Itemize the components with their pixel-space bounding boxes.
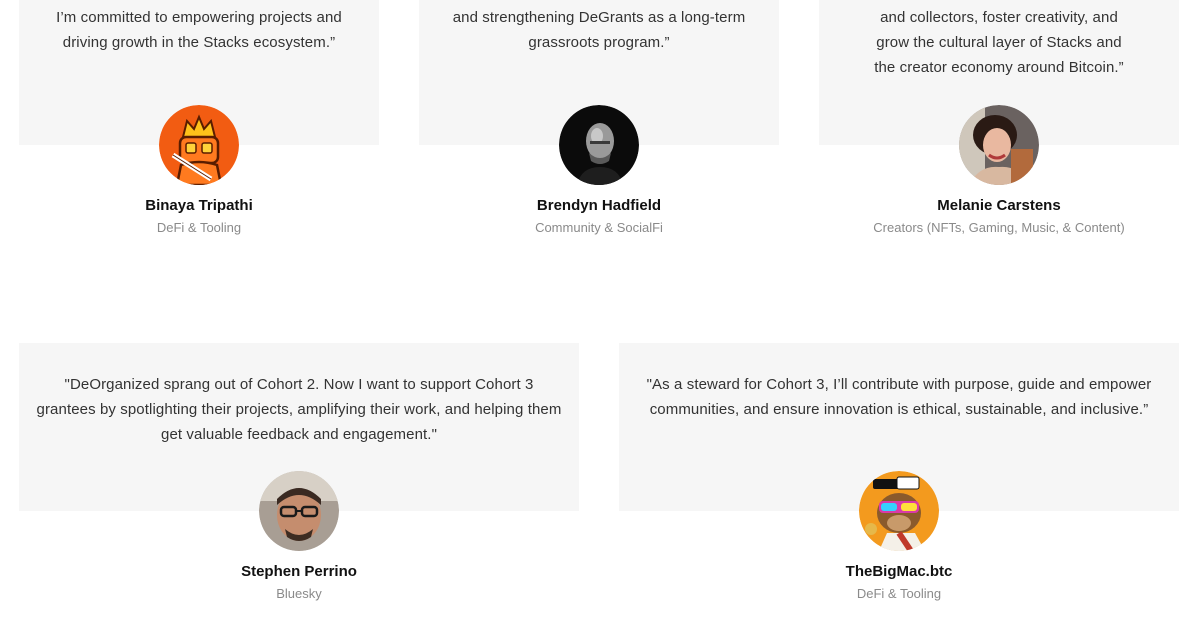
- steward-name: Binaya Tripathi: [145, 197, 253, 214]
- testimonial-quote: and strengthening DeGrants as a long-ter…: [419, 5, 779, 55]
- woman-portrait-avatar-icon: [959, 105, 1039, 185]
- quote-line: the creator economy around Bitcoin.”: [874, 59, 1124, 76]
- quote-line: grassroots program.”: [528, 34, 670, 51]
- orange-robot-avatar-icon: [159, 105, 239, 185]
- quote-line: grantees by spotlighting their projects,…: [36, 401, 562, 418]
- steward-name: Melanie Carstens: [937, 197, 1061, 214]
- steward-name: Stephen Perrino: [241, 563, 357, 580]
- quote-line: "As a steward for Cohort 3, I’ll contrib…: [646, 376, 1152, 393]
- quote-line: and collectors, foster creativity, and: [880, 9, 1118, 26]
- testimonial-quote: "DeOrganized sprang out of Cohort 2. Now…: [19, 372, 579, 447]
- monkey-sunglasses-avatar-icon: [859, 471, 939, 551]
- quote-line: "DeOrganized sprang out of Cohort 2. Now…: [64, 376, 534, 393]
- quote-line: communities, and ensure innovation is et…: [649, 401, 1149, 418]
- quote-line: and strengthening DeGrants as a long-ter…: [452, 9, 746, 26]
- bw-portrait-avatar-icon: [559, 105, 639, 185]
- steward-role: DeFi & Tooling: [156, 220, 242, 235]
- quote-line: get valuable feedback and engagement.": [161, 426, 437, 443]
- man-glasses-avatar-icon: [259, 471, 339, 551]
- steward-role: DeFi & Tooling: [856, 586, 942, 601]
- steward-name: TheBigMac.btc: [845, 563, 953, 580]
- steward-testimonials: I’m committed to empowering projects and…: [0, 0, 1200, 625]
- testimonial-quote: and collectors, foster creativity, and g…: [819, 5, 1179, 80]
- steward-role: Creators (NFTs, Gaming, Music, & Content…: [873, 220, 1125, 235]
- quote-line: I’m committed to empowering projects and: [56, 9, 342, 26]
- steward-name: Brendyn Hadfield: [536, 197, 662, 214]
- testimonial-quote: I’m committed to empowering projects and…: [19, 5, 379, 55]
- quote-line: driving growth in the Stacks ecosystem.”: [62, 34, 336, 51]
- steward-role: Bluesky: [276, 586, 322, 601]
- quote-line: grow the cultural layer of Stacks and: [876, 34, 1122, 51]
- steward-role: Community & SocialFi: [535, 220, 663, 235]
- testimonial-quote: "As a steward for Cohort 3, I’ll contrib…: [619, 372, 1179, 422]
